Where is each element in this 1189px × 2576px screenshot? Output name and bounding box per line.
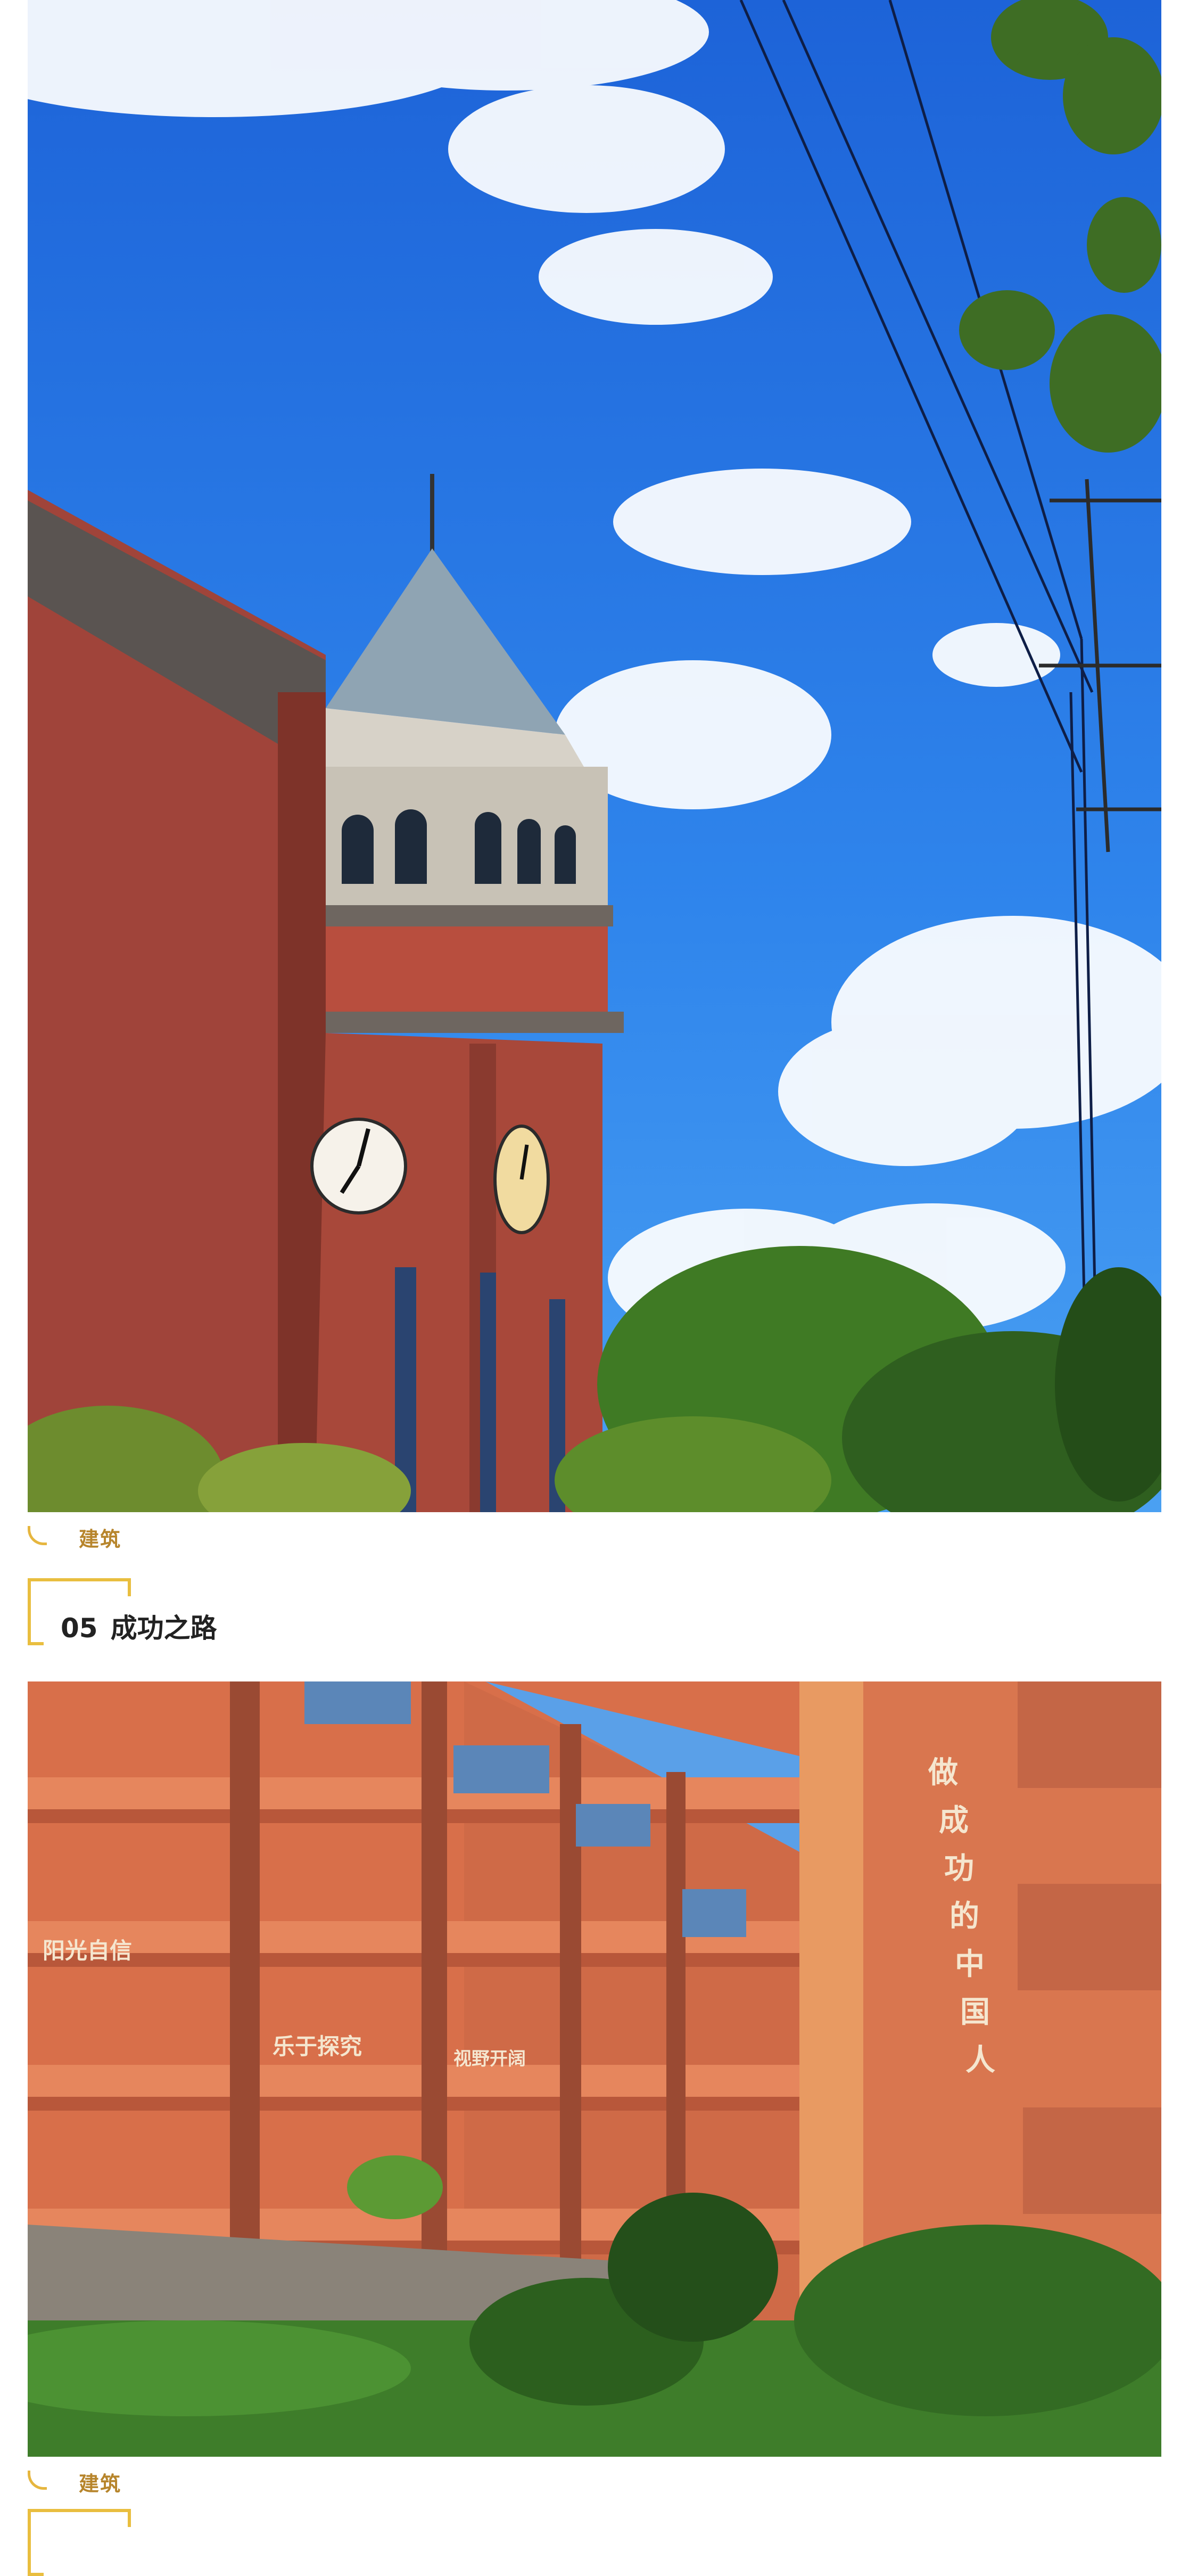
svg-text:人: 人: [965, 2043, 995, 2078]
left-building: [28, 490, 326, 1512]
clock-tower-photo: [28, 0, 1161, 1512]
section-frame: [28, 2509, 131, 2576]
svg-text:功: 功: [944, 1851, 974, 1886]
sign-sunshine: 阳光自信: [43, 1938, 132, 1964]
caption-label: 建筑: [79, 2472, 122, 2496]
photo-caption: 建筑: [28, 1523, 121, 1552]
svg-text:的: 的: [949, 1899, 979, 1934]
svg-text:成: 成: [939, 1803, 969, 1838]
section-title-text: 成功之路: [110, 1613, 217, 1644]
svg-text:中: 中: [955, 1947, 985, 1982]
caption-label: 建筑: [79, 1528, 122, 1551]
caption-arc-icon: [28, 2470, 47, 2490]
section-number: 05: [61, 1613, 98, 1644]
svg-text:做: 做: [928, 1755, 958, 1790]
school-building-photo: 阳光自信 乐于探究 视野开阔 做 成 功 的 中 国 人: [28, 1681, 1161, 2457]
school-building-image: 阳光自信 乐于探究 视野开阔 做 成 功 的 中 国 人: [28, 1681, 1161, 2457]
sign-explore: 乐于探究: [273, 2033, 362, 2060]
caption-arc-icon: [28, 1525, 47, 1545]
clock-tower-image: [28, 0, 1161, 1512]
svg-text:国: 国: [960, 1995, 990, 2030]
sign-vision: 视野开阔: [453, 2048, 526, 2070]
section-title: 05 成功之路: [61, 1607, 217, 1645]
photo-caption: 建筑: [28, 2467, 121, 2497]
